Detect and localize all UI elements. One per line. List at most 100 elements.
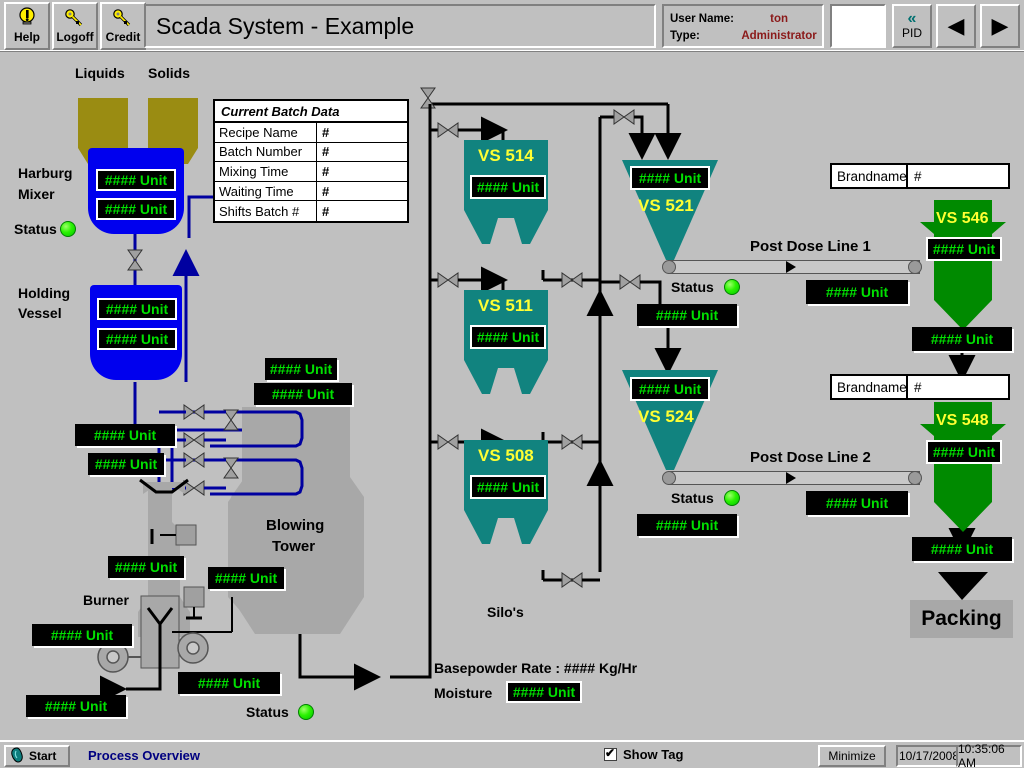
mixer-tag-2: #### Unit	[96, 198, 176, 220]
brandname-label: Brandname	[832, 165, 908, 187]
table-row: Waiting Time #	[215, 182, 407, 202]
packing-label: Packing	[921, 607, 1002, 631]
vs511-label: VS 511	[478, 296, 533, 316]
user-info-panel: User Name: ton Type: Administrator	[662, 4, 824, 48]
batch-row-label: Mixing Time	[215, 162, 317, 181]
top-toolbar: Help Logoff	[0, 0, 1024, 52]
next-page-button[interactable]: ▶	[980, 4, 1020, 48]
key-icon	[64, 6, 86, 30]
batch-row-value: #	[317, 162, 407, 181]
help-button[interactable]: Help	[4, 2, 50, 50]
credit-button-label: Credit	[106, 30, 141, 44]
batch-row-value: #	[317, 143, 407, 162]
vs546-label: VS 546	[936, 210, 988, 228]
liquids-label: Liquids	[75, 65, 125, 81]
time-display: 10:35:06 AM	[956, 745, 1022, 767]
tower-inlet-tag-1: #### Unit	[265, 358, 337, 380]
process-overview-taskitem[interactable]: Process Overview	[88, 748, 200, 763]
batch-table-title: Current Batch Data	[215, 101, 407, 123]
post-dose-line-2-label: Post Dose Line 2	[750, 449, 871, 466]
vs514-tag: #### Unit	[470, 175, 546, 199]
basepowder-rate-label: Basepowder Rate : #### Kg/Hr	[434, 660, 637, 676]
double-chevron-left-icon: «	[908, 12, 917, 26]
blowing-tower-label-line1: Blowing	[266, 517, 324, 534]
pdl2-status-label: Status	[671, 490, 714, 506]
user-name-row: User Name: ton	[670, 10, 818, 27]
brandname-value[interactable]: #	[908, 165, 1008, 187]
start-button-label: Start	[29, 749, 56, 763]
brandname-field-1[interactable]: Brandname #	[830, 163, 1010, 189]
mixer-status-label: Status	[14, 221, 57, 237]
vs508-tag: #### Unit	[470, 475, 546, 499]
tower-outlet-tag: #### Unit	[178, 672, 280, 694]
batch-row-label: Waiting Time	[215, 182, 317, 201]
pdl2-status-led	[724, 490, 740, 506]
silos-label: Silo's	[487, 604, 524, 620]
vs548-tag: #### Unit	[926, 440, 1002, 464]
start-logo-icon	[9, 747, 25, 766]
vs508-label: VS 508	[478, 446, 534, 466]
harburg-mixer-vessel[interactable]	[88, 148, 184, 234]
mixer-status-led	[60, 221, 76, 237]
harburg-mixer-label-line1: Harburg	[18, 165, 72, 181]
pdl2-roller-right	[908, 471, 922, 485]
moisture-label: Moisture	[434, 685, 492, 701]
table-row: Recipe Name #	[215, 123, 407, 143]
packing-button[interactable]: Packing	[910, 600, 1013, 638]
vs511-tag: #### Unit	[470, 325, 546, 349]
table-row: Batch Number #	[215, 143, 407, 163]
scada-window: Help Logoff	[0, 0, 1024, 768]
brandname-value[interactable]: #	[908, 376, 1008, 398]
vs521-outlet-tag: #### Unit	[637, 304, 737, 326]
show-tag-checkbox[interactable]: Show Tag	[604, 747, 683, 762]
table-row: Mixing Time #	[215, 162, 407, 182]
pdl2-direction-arrow-icon	[786, 472, 796, 484]
user-name-value: ton	[740, 13, 818, 25]
brandname-label: Brandname	[832, 376, 908, 398]
show-tag-label: Show Tag	[623, 747, 683, 762]
minimize-button-label: Minimize	[828, 749, 875, 763]
logoff-button[interactable]: Logoff	[52, 2, 98, 50]
pdl1-status-led	[724, 279, 740, 295]
key-icon	[112, 6, 134, 30]
vs524-label: VS 524	[638, 407, 694, 427]
left-outlet-tag-1: #### Unit	[75, 424, 175, 446]
vs548-outlet-tag: #### Unit	[912, 537, 1012, 561]
pid-button[interactable]: « PID	[892, 4, 932, 48]
tower-status-led	[298, 704, 314, 720]
holding-tag-2: #### Unit	[97, 328, 177, 350]
previous-page-button[interactable]: ◀	[936, 4, 976, 48]
status-bar: Start Process Overview Show Tag Minimize…	[0, 740, 1024, 768]
pdl2-outlet-tag: #### Unit	[806, 491, 908, 515]
pdl1-roller-right	[908, 260, 922, 274]
solids-label: Solids	[148, 65, 190, 81]
pdl2-roller-left	[662, 471, 676, 485]
holding-vessel-label-line2: Vessel	[18, 305, 62, 321]
brandname-field-2[interactable]: Brandname #	[830, 374, 1010, 400]
vs524-tag: #### Unit	[630, 377, 710, 401]
page-title: Scada System - Example	[144, 4, 656, 48]
credit-button[interactable]: Credit	[100, 2, 146, 50]
pdl1-outlet-tag: #### Unit	[806, 280, 908, 304]
time-text: 10:35:06 AM	[958, 742, 1020, 768]
harburg-mixer-label-line2: Mixer	[18, 186, 55, 202]
pdl1-status-label: Status	[671, 279, 714, 295]
page-title-text: Scada System - Example	[156, 13, 414, 40]
vs546-outlet-tag: #### Unit	[912, 327, 1012, 351]
mixer-tag-1: #### Unit	[96, 169, 176, 191]
pid-button-label: PID	[902, 26, 922, 40]
minimize-button[interactable]: Minimize	[818, 745, 886, 767]
checkbox-checked-icon[interactable]	[604, 748, 617, 761]
left-outlet-tag-2: #### Unit	[88, 453, 164, 475]
batch-row-label: Batch Number	[215, 143, 317, 162]
vs548-label: VS 548	[936, 412, 988, 430]
vs514-label: VS 514	[478, 146, 534, 166]
blank-display-field[interactable]	[830, 4, 886, 48]
logoff-button-label: Logoff	[56, 30, 93, 44]
vs546-tag: #### Unit	[926, 237, 1002, 261]
date-text: 10/17/2008	[899, 749, 959, 763]
start-button[interactable]: Start	[4, 745, 70, 767]
pdl1-roller-left	[662, 260, 676, 274]
table-row: Shifts Batch # #	[215, 201, 407, 221]
help-button-label: Help	[14, 30, 40, 44]
